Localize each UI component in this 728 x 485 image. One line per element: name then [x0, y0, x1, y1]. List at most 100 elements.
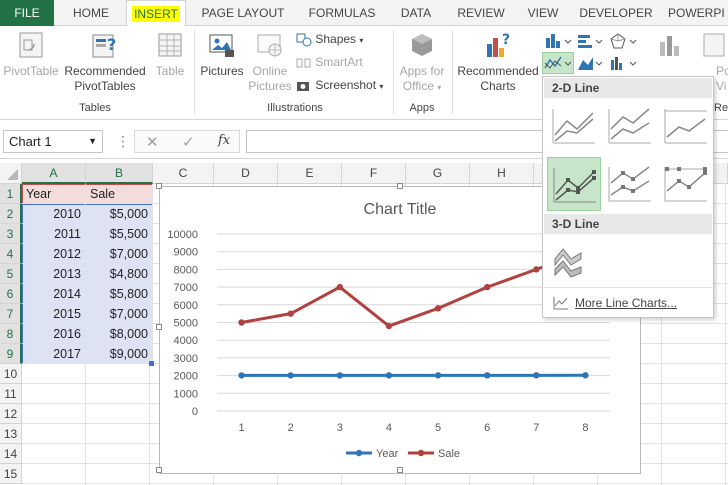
sale-data-point: [434, 305, 442, 312]
resize-handle[interactable]: [397, 183, 403, 189]
cell-sale[interactable]: $8,000: [86, 324, 153, 344]
shapes-button[interactable]: Shapes ▾: [296, 32, 363, 47]
row-header-10[interactable]: 10: [0, 364, 22, 384]
cell-sale[interactable]: $5,500: [86, 224, 153, 244]
resize-handle[interactable]: [156, 183, 162, 189]
cell-sale[interactable]: $5,800: [86, 284, 153, 304]
formula-bar-splitter-icon[interactable]: ⋮: [116, 133, 130, 150]
row-header-5[interactable]: 5: [0, 264, 22, 284]
cell-year[interactable]: 2016: [22, 324, 86, 344]
column-header-g[interactable]: G: [406, 163, 470, 184]
resize-handle[interactable]: [156, 324, 162, 330]
cell-year[interactable]: 2010: [22, 204, 86, 224]
column-header-a[interactable]: A: [22, 163, 86, 184]
stacked-line-chart-option[interactable]: [605, 103, 655, 149]
select-all-icon: [7, 169, 18, 180]
power-view-button[interactable]: [702, 30, 728, 64]
cell-sale[interactable]: $5,000: [86, 204, 153, 224]
chart-title[interactable]: Chart Title: [364, 201, 437, 218]
tab-data[interactable]: DATA: [392, 0, 440, 26]
column-header-b[interactable]: B: [86, 163, 153, 184]
enter-icon[interactable]: ✓: [182, 133, 195, 151]
name-box-dropdown-icon[interactable]: ▼: [88, 131, 97, 152]
table-button[interactable]: Table: [150, 30, 190, 79]
line-chart-button[interactable]: [542, 52, 574, 74]
smartart-button[interactable]: SmartArt: [296, 55, 363, 70]
ribbon-separator: [194, 30, 195, 114]
resize-handle[interactable]: [156, 467, 162, 473]
tab-page-layout[interactable]: PAGE LAYOUT: [196, 0, 290, 26]
pie-chart-button[interactable]: [608, 54, 640, 72]
area-chart-button[interactable]: [576, 54, 606, 72]
pivottable-button[interactable]: PivotTable: [2, 30, 60, 79]
name-box[interactable]: Chart 1 ▼: [3, 130, 103, 153]
stacked-line-icon: [608, 108, 651, 144]
cell-year[interactable]: 2014: [22, 284, 86, 304]
tab-developer[interactable]: DEVELOPER: [576, 0, 656, 26]
apps-group-label: Apps: [409, 102, 435, 114]
cell-year[interactable]: 2012: [22, 244, 86, 264]
resize-handle[interactable]: [397, 467, 403, 473]
cell-sale[interactable]: $4,800: [86, 264, 153, 284]
screenshot-button[interactable]: Screenshot ▾: [296, 78, 383, 93]
cell-b1[interactable]: Sale: [86, 184, 153, 204]
100-stacked-line-chart-option[interactable]: [661, 103, 711, 149]
row-header-4[interactable]: 4: [0, 244, 22, 264]
row-header-9[interactable]: 9: [0, 344, 22, 364]
row-header-2[interactable]: 2: [0, 204, 22, 224]
line-with-markers-chart-option[interactable]: [547, 157, 601, 211]
row-header-6[interactable]: 6: [0, 284, 22, 304]
tab-review[interactable]: REVIEW: [452, 0, 510, 26]
more-line-charts-link[interactable]: More Line Charts...: [547, 293, 707, 313]
row-header-8[interactable]: 8: [0, 324, 22, 344]
row-header-15[interactable]: 15: [0, 464, 22, 484]
cancel-icon[interactable]: ✕: [146, 133, 159, 151]
select-all-corner[interactable]: [0, 163, 22, 184]
cell-year[interactable]: 2017: [22, 344, 86, 364]
row-header-14[interactable]: 14: [0, 444, 22, 464]
3d-line-chart-option[interactable]: [549, 239, 599, 285]
insert-function-icon[interactable]: fx: [218, 133, 230, 148]
radar-chart-button[interactable]: [608, 32, 640, 50]
cell-year[interactable]: 2011: [22, 224, 86, 244]
100-stacked-line-with-markers-option[interactable]: [661, 161, 711, 207]
power-view-icon: [703, 33, 725, 57]
row-header-12[interactable]: 12: [0, 404, 22, 424]
row-header-1[interactable]: 1: [0, 184, 22, 204]
tab-powerpivot[interactable]: POWERPI: [668, 0, 728, 26]
tab-insert[interactable]: INSERT: [126, 0, 186, 27]
cell-sale[interactable]: $7,000: [86, 244, 153, 264]
tab-file[interactable]: FILE: [0, 0, 54, 26]
cell-a1[interactable]: Year: [22, 184, 86, 204]
column-header-c[interactable]: C: [153, 163, 214, 184]
column-header-d[interactable]: D: [214, 163, 278, 184]
recommended-charts-button[interactable]: ? Recommended Charts: [455, 30, 541, 94]
pictures-button[interactable]: Pictures: [198, 30, 246, 79]
pivottable-label: PivotTable: [3, 64, 59, 78]
pivotchart-button[interactable]: [642, 30, 700, 64]
line-chart-option[interactable]: [549, 103, 599, 149]
tab-home[interactable]: HOME: [60, 0, 122, 26]
online-pictures-button[interactable]: Online Pictures: [246, 30, 294, 94]
tab-view[interactable]: VIEW: [522, 0, 564, 26]
cell-year[interactable]: 2013: [22, 264, 86, 284]
column-header-f[interactable]: F: [342, 163, 406, 184]
row-header-11[interactable]: 11: [0, 384, 22, 404]
column-chart-button[interactable]: [544, 32, 574, 50]
stacked-line-with-markers-option[interactable]: [605, 161, 655, 207]
recommended-pivottables-button[interactable]: ? Recommended PivotTables: [62, 30, 148, 94]
line-with-markers-icon: [553, 168, 596, 203]
row-header-7[interactable]: 7: [0, 304, 22, 324]
cell-sale[interactable]: $7,000: [86, 304, 153, 324]
bar-chart-button[interactable]: [576, 32, 606, 50]
y-tick-label: 8000: [174, 264, 198, 276]
cell-year[interactable]: 2015: [22, 304, 86, 324]
range-resize-handle[interactable]: [149, 361, 154, 366]
row-header-3[interactable]: 3: [0, 224, 22, 244]
tab-formulas[interactable]: FORMULAS: [302, 0, 382, 26]
column-header-e[interactable]: E: [278, 163, 342, 184]
cell-sale[interactable]: $9,000: [86, 344, 153, 364]
apps-for-office-button[interactable]: Apps for Office ▾: [396, 30, 448, 95]
column-header-h[interactable]: H: [470, 163, 534, 184]
row-header-13[interactable]: 13: [0, 424, 22, 444]
